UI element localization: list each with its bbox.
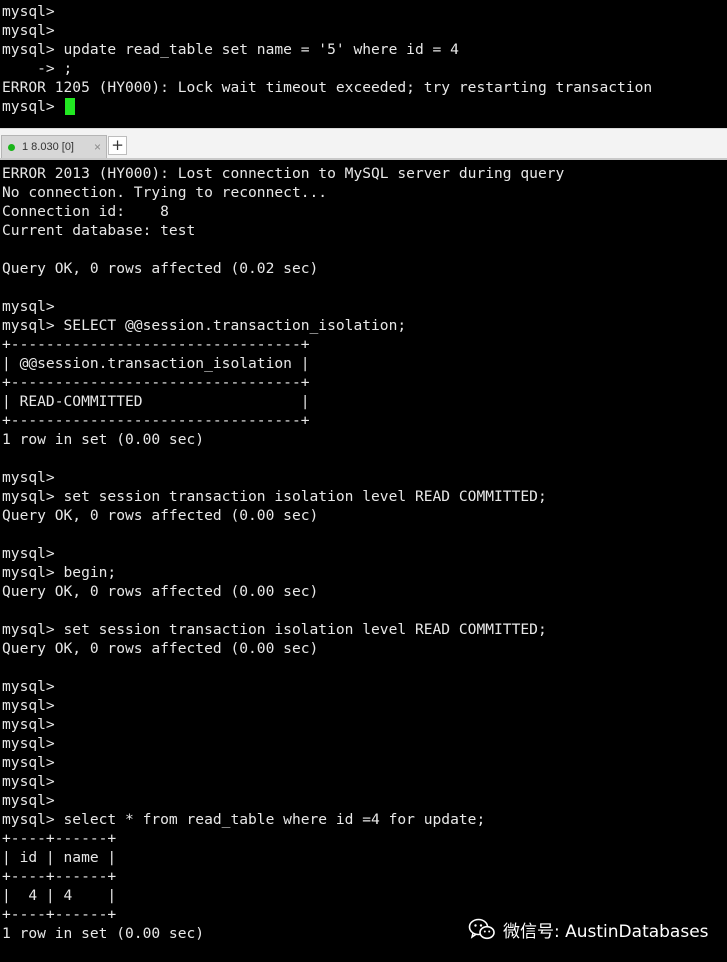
- terminal-line: -> ;: [2, 60, 73, 77]
- terminal-line: Query OK, 0 rows affected (0.00 sec): [2, 583, 319, 600]
- connected-status-icon: [8, 144, 15, 151]
- terminal-line: mysql>: [2, 678, 55, 695]
- terminal-line: +---------------------------------+: [2, 412, 310, 429]
- watermark-text: 微信号: AustinDatabases: [503, 921, 709, 942]
- terminal-line: ERROR 2013 (HY000): Lost connection to M…: [2, 165, 565, 182]
- wechat-watermark: 微信号: AustinDatabases: [468, 916, 709, 942]
- terminal-line: mysql>: [2, 792, 55, 809]
- terminal-line: +---------------------------------+: [2, 374, 310, 391]
- terminal-line: mysql>: [2, 754, 55, 771]
- terminal-prompt-line: mysql>: [2, 98, 64, 115]
- terminal-line: mysql>: [2, 298, 55, 315]
- add-tab-button[interactable]: +: [108, 136, 127, 155]
- terminal-line: mysql>: [2, 469, 55, 486]
- terminal-line: mysql> select * from read_table where id…: [2, 811, 486, 828]
- terminal-line: | 4 | 4 |: [2, 887, 117, 904]
- terminal-cursor: [65, 98, 75, 115]
- terminal-pane-bottom[interactable]: ERROR 2013 (HY000): Lost connection to M…: [0, 160, 727, 962]
- close-icon[interactable]: ×: [94, 140, 101, 154]
- terminal-line: mysql>: [2, 697, 55, 714]
- terminal-line: mysql>: [2, 773, 55, 790]
- terminal-line: +---------------------------------+: [2, 336, 310, 353]
- terminal-line: 1 row in set (0.00 sec): [2, 431, 205, 448]
- terminal-line: Query OK, 0 rows affected (0.00 sec): [2, 640, 319, 657]
- terminal-line: Current database: test: [2, 222, 196, 239]
- terminal-line: mysql> update read_table set name = '5' …: [2, 41, 459, 58]
- terminal-line: +----+------+: [2, 906, 117, 923]
- wechat-icon: [468, 918, 495, 940]
- tab-session-1[interactable]: 1 8.030 [0] ×: [1, 135, 107, 159]
- terminal-line: Connection id: 8: [2, 203, 169, 220]
- terminal-line: mysql> SELECT @@session.transaction_isol…: [2, 317, 407, 334]
- terminal-line: mysql> set session transaction isolation…: [2, 488, 547, 505]
- terminal-line: +----+------+: [2, 868, 117, 885]
- terminal-line: mysql>: [2, 22, 55, 39]
- terminal-line: mysql>: [2, 735, 55, 752]
- terminal-line: mysql>: [2, 716, 55, 733]
- terminal-line: No connection. Trying to reconnect...: [2, 184, 328, 201]
- terminal-line: +----+------+: [2, 830, 117, 847]
- terminal-line: mysql>: [2, 3, 55, 20]
- terminal-line: mysql> begin;: [2, 564, 117, 581]
- terminal-pane-top[interactable]: mysql> mysql> mysql> update read_table s…: [0, 0, 727, 128]
- terminal-line: | READ-COMMITTED |: [2, 393, 310, 410]
- terminal-line: Query OK, 0 rows affected (0.02 sec): [2, 260, 319, 277]
- terminal-line: 1 row in set (0.00 sec): [2, 925, 205, 942]
- tab-label: 1 8.030 [0]: [22, 141, 74, 153]
- terminal-line: | @@session.transaction_isolation |: [2, 355, 310, 372]
- terminal-line: mysql> set session transaction isolation…: [2, 621, 547, 638]
- terminal-line: mysql>: [2, 545, 55, 562]
- terminal-line: ERROR 1205 (HY000): Lock wait timeout ex…: [2, 79, 653, 96]
- terminal-line: | id | name |: [2, 849, 117, 866]
- terminal-line: Query OK, 0 rows affected (0.00 sec): [2, 507, 319, 524]
- session-tab-bar: 1 8.030 [0] × +: [0, 128, 727, 160]
